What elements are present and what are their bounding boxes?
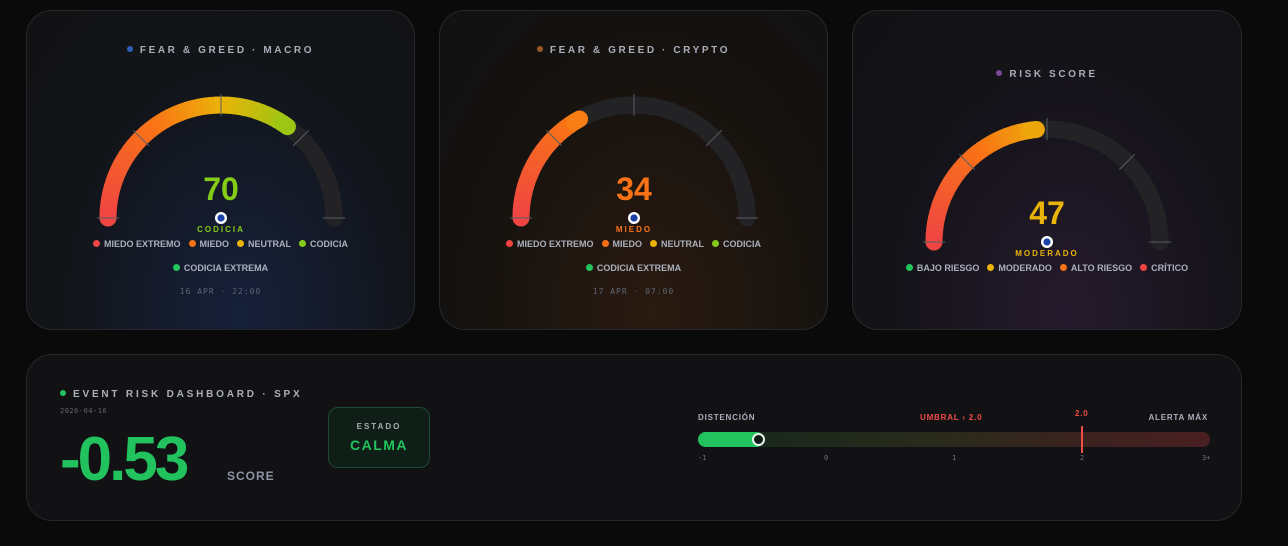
gauge-crypto: 34MIEDO [510, 94, 758, 234]
legend-label: NEUTRAL [661, 239, 705, 249]
gauge-needle-core [1043, 238, 1051, 246]
bar-right-label: ALERTA MÁX [1148, 413, 1208, 422]
legend-item: MIEDO [188, 232, 230, 256]
threshold-value-label: 2.0 [1075, 409, 1089, 418]
legend-dot-icon [712, 240, 720, 247]
risk-bar-track [698, 426, 1210, 453]
event-risk-card: EVENT RISK DASHBOARD · SPX 2026-04-16 -0… [26, 354, 1242, 521]
legend-label: MIEDO [612, 239, 643, 249]
event-score: -0.53 [60, 425, 189, 494]
legend-label: MIEDO [199, 239, 230, 249]
gauge-value: 47 [1029, 195, 1065, 231]
legend-dot-icon [188, 240, 196, 247]
gauge-legend: MIEDO EXTREMO MIEDO NEUTRAL CODICIA CODICIA … [27, 232, 414, 280]
gauge-risk: 47MODERADO [923, 118, 1171, 258]
gauge-fill [99, 96, 296, 227]
legend-label: NEUTRAL [248, 239, 292, 249]
legend-label: MIEDO EXTREMO [103, 239, 181, 249]
gauge-card-risk: RISK SCORE 47 MODERADO BAJO RIESGO MODERAD… [852, 10, 1242, 330]
gauge-card-macro: FEAR & GREED · MACRO 70 CODICIA MIEDO EXT… [26, 10, 415, 330]
gauge-timestamp: 16 APR · 22:00 [179, 287, 262, 296]
legend-label: ALTO RIESGO [1070, 263, 1133, 273]
gauge-fill [925, 121, 1045, 251]
bar-tick-label: 1 [952, 454, 957, 462]
threshold-marker [1081, 426, 1083, 453]
bar-left-label: DISTENCIÓN [698, 413, 756, 422]
legend-dot-icon [237, 240, 245, 247]
bar-tick-label: 3+ [1202, 454, 1211, 462]
legend-label: CRÍTICO [1151, 263, 1189, 273]
legend-item: MIEDO EXTREMO [505, 232, 594, 256]
legend-item: NEUTRAL [650, 232, 704, 256]
estado-value: CALMA [349, 437, 409, 453]
legend-item: NEUTRAL [237, 232, 291, 256]
legend-item: CODICIA EXTREMA [585, 256, 682, 280]
bar-tick-label: 0 [824, 454, 829, 462]
legend-label: MIEDO EXTREMO [516, 239, 594, 249]
legend-label: CODICIA EXTREMA [183, 263, 269, 273]
legend-dot-icon [987, 264, 995, 271]
gauge-legend: MIEDO EXTREMO MIEDO NEUTRAL CODICIA CODICIA … [440, 232, 827, 280]
legend-dot-icon [299, 240, 307, 247]
event-date: 2026-04-16 [60, 407, 108, 415]
gauge-timestamp: 17 APR · 07:00 [592, 287, 675, 296]
legend-item: CODICIA EXTREMA [172, 256, 269, 280]
legend-item: BAJO RIESGO [905, 256, 980, 280]
legend-label: MODERADO [998, 263, 1052, 273]
legend-dot-icon [92, 240, 100, 247]
gauge-needle-core [217, 214, 225, 222]
risk-bar-knob [752, 433, 766, 446]
gauge-macro: 70CODICIA [97, 94, 345, 234]
status-dot-icon [60, 390, 66, 396]
legend-dot-icon [601, 240, 609, 247]
legend-label: CODICIA [310, 239, 349, 249]
legend-dot-icon [172, 264, 180, 271]
legend-dot-icon [585, 264, 593, 271]
legend-dot-icon [1059, 264, 1067, 271]
legend-item: CODICIA [712, 232, 761, 256]
gauge-value: 70 [203, 171, 239, 207]
legend-item: MODERADO [987, 256, 1052, 280]
threshold-label: UMBRAL › 2.0 [920, 413, 983, 422]
legend-item: MIEDO [601, 232, 643, 256]
estado-label: ESTADO [356, 422, 402, 431]
legend-item: CODICIA [299, 232, 348, 256]
legend-label: CODICIA EXTREMA [596, 263, 682, 273]
legend-dot-icon [505, 240, 513, 247]
legend-label: CODICIA [723, 239, 762, 249]
score-label: SCORE [227, 469, 275, 483]
gauge-card-crypto: FEAR & GREED · CRYPTO 34 MIEDO MIEDO EXTR… [439, 10, 828, 330]
gauge-needle-core [630, 214, 638, 222]
bar-tick-label: -1 [698, 454, 707, 462]
legend-dot-icon [650, 240, 658, 247]
bar-tick-label: 2 [1080, 454, 1085, 462]
legend-item: CRÍTICO [1140, 256, 1188, 280]
legend-dot-icon [905, 264, 913, 271]
legend-item: MIEDO EXTREMO [92, 232, 181, 256]
gauge-value: 34 [616, 171, 652, 207]
estado-badge: ESTADO CALMA [328, 407, 430, 468]
legend-item: ALTO RIESGO [1059, 256, 1133, 280]
legend-dot-icon [1140, 264, 1148, 271]
legend-label: BAJO RIESGO [916, 263, 980, 273]
event-title: EVENT RISK DASHBOARD · SPX [60, 389, 302, 400]
gauge-legend: BAJO RIESGO MODERADO ALTO RIESGO CRÍTICO [853, 256, 1241, 280]
